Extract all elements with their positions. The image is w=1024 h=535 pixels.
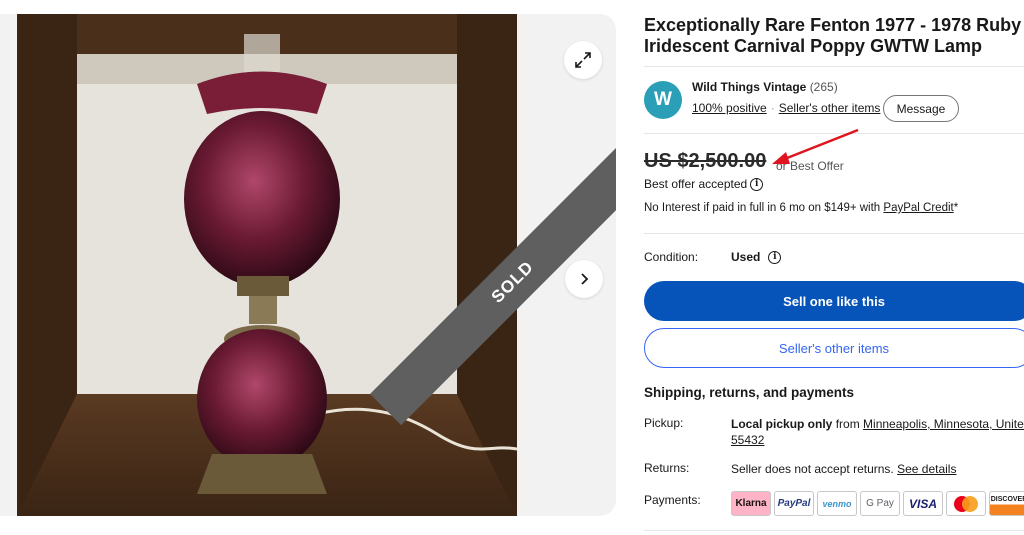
condition-value: Used i bbox=[731, 250, 782, 264]
price: US $2,500.00 bbox=[644, 150, 767, 172]
mastercard-circles-icon bbox=[954, 495, 978, 512]
best-offer-text: Best offer accepted bbox=[644, 177, 748, 191]
seller-links: 100% positive · Seller's other items · bbox=[692, 101, 888, 115]
listing-details: Exceptionally Rare Fenton 1977 - 1978 Ru… bbox=[644, 0, 1024, 535]
separator-dot: · bbox=[770, 101, 775, 115]
venmo-icon: venmo bbox=[817, 491, 857, 516]
payments-label: Payments: bbox=[644, 493, 701, 507]
pickup-location-link[interactable]: Minneapolis, Minnesota, United bbox=[863, 417, 1024, 431]
best-offer-status: Best offer accepted i bbox=[644, 177, 764, 191]
listing-title: Exceptionally Rare Fenton 1977 - 1978 Ru… bbox=[644, 15, 1022, 56]
paypal-credit-line: No Interest if paid in full in 6 mo on $… bbox=[644, 202, 958, 214]
paypal-credit-text: No Interest if paid in full in 6 mo on $… bbox=[644, 202, 884, 214]
pickup-method: Local pickup only bbox=[731, 417, 833, 431]
shipping-heading: Shipping, returns, and payments bbox=[644, 385, 855, 400]
paypal-credit-suffix: * bbox=[953, 202, 959, 214]
condition-label: Condition: bbox=[644, 250, 699, 264]
seller-name[interactable]: Wild Things Vintage (265) bbox=[692, 80, 838, 94]
returns-label: Returns: bbox=[644, 461, 690, 475]
divider bbox=[644, 133, 1024, 134]
info-icon[interactable]: i bbox=[768, 250, 782, 264]
divider bbox=[644, 233, 1024, 234]
chevron-right-icon bbox=[581, 273, 589, 285]
pickup-label: Pickup: bbox=[644, 416, 684, 430]
seller-other-items-button[interactable]: Seller's other items bbox=[644, 328, 1024, 368]
pickup-from: from bbox=[832, 417, 864, 431]
payment-methods: Klarna PayPal venmo G Pay VISA DISCOVER bbox=[731, 491, 1024, 516]
positive-feedback-link[interactable]: 100% positive bbox=[692, 101, 767, 115]
seller-avatar[interactable]: W bbox=[644, 81, 682, 119]
expand-button[interactable] bbox=[564, 41, 602, 79]
klarna-icon: Klarna bbox=[731, 491, 771, 516]
divider bbox=[644, 530, 1024, 531]
lamp-photo-illustration bbox=[17, 14, 517, 516]
google-pay-icon: G Pay bbox=[860, 491, 900, 516]
pickup-value: Local pickup only from Minneapolis, Minn… bbox=[731, 416, 1024, 448]
seller-name-text[interactable]: Wild Things Vintage bbox=[692, 80, 806, 94]
returns-value: Seller does not accept returns. See deta… bbox=[731, 461, 956, 477]
feedback-count: (265) bbox=[809, 80, 838, 94]
seller-other-items-link[interactable]: Seller's other items bbox=[779, 101, 881, 115]
divider bbox=[644, 66, 1024, 67]
paypal-credit-link[interactable]: PayPal Credit bbox=[883, 202, 953, 214]
visa-icon: VISA bbox=[903, 491, 943, 516]
info-icon[interactable]: i bbox=[750, 177, 764, 191]
listing-photo[interactable] bbox=[17, 14, 517, 516]
returns-text: Seller does not accept returns. bbox=[731, 462, 898, 476]
pickup-zip-link[interactable]: 55432 bbox=[731, 433, 764, 447]
or-best-offer: or Best Offer bbox=[776, 159, 844, 173]
see-details-link[interactable]: See details bbox=[897, 462, 956, 476]
discover-icon: DISCOVER bbox=[989, 491, 1024, 516]
sell-one-like-this-button[interactable]: Sell one like this bbox=[644, 281, 1024, 321]
expand-icon bbox=[575, 52, 591, 68]
mastercard-icon bbox=[946, 491, 986, 516]
next-image-button[interactable] bbox=[565, 260, 603, 298]
condition-text: Used bbox=[731, 250, 761, 264]
image-gallery: SOLD bbox=[0, 14, 616, 516]
message-button[interactable]: Message bbox=[883, 95, 959, 122]
paypal-icon: PayPal bbox=[774, 491, 814, 516]
